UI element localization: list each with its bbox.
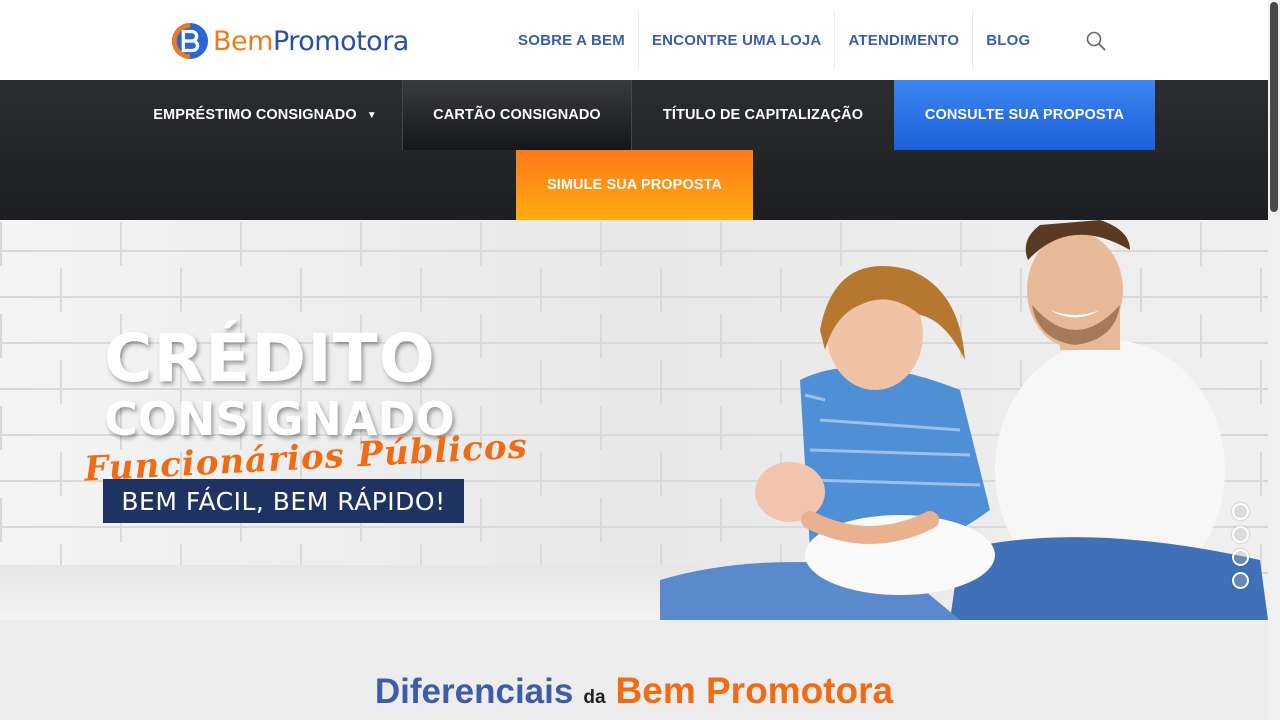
hero-banner: CRÉDITO CONSIGNADO Funcionários Públicos… — [0, 220, 1268, 620]
main-nav-emprestimo-consignado[interactable]: EMPRÉSTIMO CONSIGNADO ▼ — [128, 80, 402, 150]
slider-dots — [1232, 503, 1250, 595]
slider-dot-2[interactable] — [1232, 526, 1249, 543]
page: BemPromotora SOBRE A BEM ENCONTRE UMA LO… — [0, 0, 1280, 720]
top-nav-encontre-loja[interactable]: ENCONTRE UMA LOJA — [639, 10, 836, 70]
logo-text: BemPromotora — [213, 28, 409, 55]
caret-down-icon: ▼ — [366, 109, 377, 121]
slider-dot-1[interactable] — [1232, 503, 1249, 520]
search-icon[interactable] — [1085, 30, 1107, 52]
diferenciais-section: Diferenciais da Bem Promotora — [0, 620, 1268, 720]
main-nav-titulo-capitalizacao[interactable]: TÍTULO DE CAPITALIZAÇÃO — [632, 80, 894, 150]
hero-floor — [0, 565, 700, 620]
scrollbar-thumb[interactable] — [1270, 2, 1278, 212]
logo-mark-icon — [171, 22, 209, 60]
main-nav-emprestimo-label: EMPRÉSTIMO CONSIGNADO — [153, 107, 357, 123]
top-nav-sobre[interactable]: SOBRE A BEM — [505, 10, 639, 70]
top-header: BemPromotora SOBRE A BEM ENCONTRE UMA LO… — [0, 0, 1268, 80]
diferenciais-da: da — [583, 687, 606, 708]
slider-dot-4[interactable] — [1232, 572, 1249, 589]
logo[interactable]: BemPromotora — [171, 20, 409, 62]
main-nav-cartao-consignado[interactable]: CARTÃO CONSIGNADO — [402, 80, 632, 150]
top-nav-atendimento[interactable]: ATENDIMENTO — [835, 10, 974, 70]
man-jeans — [950, 537, 1268, 620]
family-photo — [660, 220, 1268, 620]
consulte-proposta-button[interactable]: CONSULTE SUA PROPOSTA — [894, 80, 1155, 150]
page-scrollbar[interactable] — [1268, 0, 1280, 720]
logo-text-promotora: Promotora — [272, 25, 409, 57]
diferenciais-heading: Diferenciais da Bem Promotora — [0, 670, 1268, 712]
hero-tagline: BEM FÁCIL, BEM RÁPIDO! — [103, 479, 464, 523]
top-nav: SOBRE A BEM ENCONTRE UMA LOJA ATENDIMENT… — [505, 10, 1043, 70]
logo-text-bem: Bem — [213, 25, 273, 57]
simule-proposta-button[interactable]: SIMULE SUA PROPOSTA — [516, 150, 753, 220]
slider-dot-3[interactable] — [1232, 549, 1249, 566]
diferenciais-brand: Bem Promotora — [615, 670, 894, 711]
main-nav: EMPRÉSTIMO CONSIGNADO ▼ CARTÃO CONSIGNAD… — [0, 80, 1268, 220]
diferenciais-word: Diferenciais — [374, 672, 574, 711]
top-nav-blog[interactable]: BLOG — [973, 10, 1043, 70]
hero-title-line1: CRÉDITO — [104, 320, 436, 397]
